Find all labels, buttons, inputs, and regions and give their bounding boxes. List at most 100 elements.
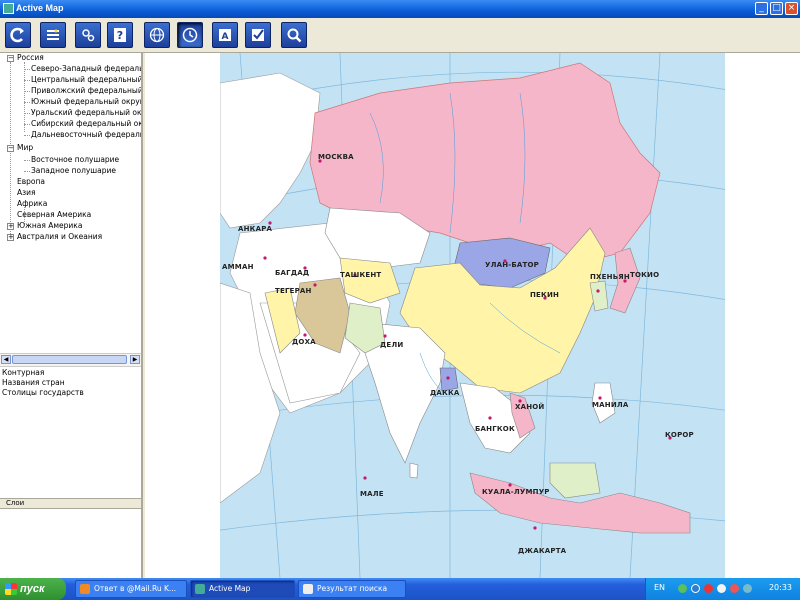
language-indicator[interactable]: EN	[654, 583, 665, 592]
tree-line	[24, 124, 30, 125]
network-icon[interactable]	[678, 584, 687, 593]
tree-expander[interactable]: −	[7, 145, 14, 152]
map-label-manila[interactable]: МАНИЛА	[592, 401, 629, 409]
bangladesh[interactable]	[439, 367, 459, 392]
tree-line	[24, 113, 30, 114]
layer-item-contour[interactable]: Контурная	[2, 368, 44, 378]
sri-lanka[interactable]	[409, 462, 419, 479]
map-label-tehran[interactable]: ТЕГЕРАН	[275, 287, 312, 295]
borneo[interactable]	[549, 462, 601, 499]
region-tree: − Россия Северо-Западный федеральный Цен…	[0, 53, 141, 298]
tree-item-urfd[interactable]: Уральский федеральный окру	[31, 108, 141, 118]
taskbar-item-active-map[interactable]: Active Map	[190, 580, 295, 598]
tray-app-icon[interactable]	[743, 584, 752, 593]
scrollbar-thumb[interactable]	[12, 355, 127, 364]
map-label-delhi[interactable]: ДЕЛИ	[380, 341, 404, 349]
tree-item-europe[interactable]: Европа	[17, 177, 45, 187]
layers-panel-header[interactable]: Слои	[0, 498, 141, 509]
window-titlebar[interactable]: Active Map _ □ ×	[0, 0, 800, 18]
volume-icon[interactable]	[691, 584, 700, 593]
book-button[interactable]: A	[212, 22, 238, 48]
layer-item-country-names[interactable]: Названия стран	[2, 378, 65, 388]
taskbar-item-label: Результат поиска	[317, 584, 388, 593]
tree-item-dfd[interactable]: Дальневосточный федеральный	[31, 130, 141, 140]
alert-icon[interactable]	[730, 584, 739, 593]
start-button[interactable]: пуск	[0, 578, 66, 600]
layers-button[interactable]	[40, 22, 66, 48]
window-title: Active Map	[16, 3, 64, 13]
close-button[interactable]: ×	[785, 2, 798, 15]
settings-icon	[82, 29, 95, 42]
asia-political-map[interactable]	[220, 53, 725, 578]
refresh-button[interactable]	[5, 22, 31, 48]
map-label-male[interactable]: МАЛЕ	[360, 490, 384, 498]
taskbar-item-mail[interactable]: Ответ в @Mail.Ru K...	[75, 580, 187, 598]
app-icon	[3, 3, 14, 14]
layers-icon	[47, 29, 59, 40]
scroll-left-arrow-icon[interactable]: ◀	[1, 355, 11, 364]
map-label-moscow[interactable]: МОСКВА	[318, 153, 354, 161]
map-label-baghdad[interactable]: БАГДАД	[275, 269, 309, 277]
map-label-phenyan[interactable]: ПХЕНЬЯН	[590, 273, 630, 281]
svg-text:A: A	[222, 32, 229, 42]
tree-item-east-hemisphere[interactable]: Восточное полушарие	[31, 155, 119, 165]
help-button[interactable]: ?	[107, 22, 133, 48]
tree-expander[interactable]: −	[7, 55, 14, 62]
tree-item-world[interactable]: Мир	[17, 143, 33, 153]
map-label-ulanbator[interactable]: УЛАН-БАТОР	[485, 261, 539, 269]
clock-icon	[182, 27, 198, 43]
tree-item-asia[interactable]: Азия	[17, 188, 36, 198]
tree-item-pfd[interactable]: Приволжский федеральный ок	[31, 86, 141, 96]
tree-item-nwfd[interactable]: Северо-Западный федеральный	[31, 64, 141, 74]
tree-horizontal-scrollbar[interactable]: ◀ ▶	[0, 353, 141, 367]
europe-land[interactable]	[220, 72, 321, 229]
map-label-tokio[interactable]: ТОКИО	[630, 271, 659, 279]
clock-app-icon[interactable]	[717, 584, 726, 593]
minimize-button[interactable]: _	[755, 2, 768, 15]
taskbar-item-label: Active Map	[209, 584, 251, 593]
tree-item-south-america[interactable]: Южная Америка	[17, 221, 82, 231]
map-label-bangkok[interactable]: БАНГКОК	[475, 425, 515, 433]
map-label-ankara[interactable]: АНКАРА	[238, 225, 272, 233]
tree-item-africa[interactable]: Африка	[17, 199, 47, 209]
tree-line	[24, 160, 30, 161]
document-icon	[303, 584, 313, 594]
tree-item-west-hemisphere[interactable]: Западное полушарие	[31, 166, 116, 176]
korea[interactable]	[589, 280, 609, 312]
map-label-tashkent[interactable]: ТАШКЕНТ	[340, 271, 381, 279]
tree-item-ufd-south[interactable]: Южный федеральный округ	[31, 97, 141, 107]
tree-item-russia[interactable]: Россия	[17, 53, 44, 63]
check-button[interactable]	[245, 22, 271, 48]
tree-item-north-america[interactable]: Северная Америка	[17, 210, 91, 220]
map-canvas[interactable]: МОСКВА АНКАРА АММАН БАГДАД ТЕГЕРАН ТАШКЕ…	[220, 53, 725, 578]
tree-expander[interactable]: +	[7, 223, 14, 230]
search-button[interactable]	[281, 22, 307, 48]
layer-item-capitals[interactable]: Столицы государств	[2, 388, 84, 398]
map-label-hanoi[interactable]: ХАНОЙ	[515, 403, 544, 411]
system-clock[interactable]: 20:33	[769, 583, 792, 592]
tree-line	[24, 171, 30, 172]
map-label-amman[interactable]: АММАН	[222, 263, 254, 271]
map-label-jakarta[interactable]: ДЖАКАРТА	[518, 547, 566, 555]
tree-item-cfd[interactable]: Центральный федеральный ок	[31, 75, 141, 85]
check-icon	[252, 29, 264, 41]
taskbar-item-search-result[interactable]: Результат поиска	[298, 580, 406, 598]
antivirus-icon[interactable]	[704, 584, 713, 593]
start-label: пуск	[20, 583, 45, 595]
map-label-kuala[interactable]: КУАЛА-ЛУМПУР	[482, 488, 550, 496]
clock-button[interactable]	[177, 22, 203, 48]
maximize-button[interactable]: □	[770, 2, 783, 15]
map-view[interactable]: МОСКВА АНКАРА АММАН БАГДАД ТЕГЕРАН ТАШКЕ…	[145, 53, 800, 578]
browser-icon	[80, 584, 90, 594]
tree-item-australia[interactable]: Австралия и Океания	[17, 232, 102, 242]
globe-button[interactable]	[144, 22, 170, 48]
map-label-pekin[interactable]: ПЕКИН	[530, 291, 559, 299]
map-label-dhaka[interactable]: ДАККА	[430, 389, 460, 397]
map-label-doha[interactable]: ДОХА	[292, 338, 316, 346]
map-label-koror[interactable]: КОРОР	[665, 431, 694, 439]
settings-button[interactable]	[75, 22, 101, 48]
tree-item-sfd[interactable]: Сибирский федеральный окру	[31, 119, 141, 129]
tree-expander[interactable]: +	[7, 234, 14, 241]
scroll-right-arrow-icon[interactable]: ▶	[130, 355, 140, 364]
svg-text:?: ?	[117, 29, 123, 42]
